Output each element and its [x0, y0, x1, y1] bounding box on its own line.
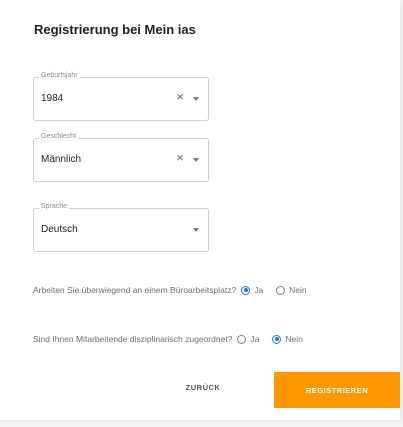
- language-value: Deutsch: [41, 224, 78, 235]
- chevron-down-icon[interactable]: [193, 158, 199, 162]
- clear-icon[interactable]: ×: [176, 90, 184, 104]
- manager-no-label[interactable]: Nein: [285, 334, 302, 344]
- manager-no-radio[interactable]: [272, 334, 282, 344]
- back-button[interactable]: ZURÜCK: [173, 382, 233, 393]
- page-title: Registrierung bei Mein ias: [34, 22, 196, 37]
- birthyear-label: Geburtsjahr: [39, 72, 80, 79]
- office-question: Arbeiten Sie überwiegend an einem Büroar…: [33, 285, 307, 295]
- office-yes-label[interactable]: Ja: [254, 285, 263, 295]
- manager-question-text: Sind Ihnen Mitarbeitende disziplinarisch…: [33, 334, 233, 344]
- office-no-label[interactable]: Nein: [289, 285, 306, 295]
- office-yes-radio[interactable]: [241, 285, 251, 295]
- birthyear-value: 1984: [41, 93, 64, 104]
- language-label: Sprache: [39, 203, 70, 210]
- chevron-down-icon[interactable]: [193, 97, 199, 101]
- manager-yes-label[interactable]: Ja: [250, 334, 259, 344]
- gender-value: Männlich: [41, 154, 82, 165]
- language-select[interactable]: Sprache Deutsch: [33, 203, 209, 252]
- gender-select[interactable]: Geschlecht Männlich ×: [33, 133, 209, 182]
- manager-yes-radio[interactable]: [237, 334, 247, 344]
- registration-card: Registrierung bei Mein ias Geburtsjahr 1…: [0, 0, 400, 420]
- register-button[interactable]: REGISTRIEREN: [274, 372, 400, 408]
- office-no-radio[interactable]: [276, 285, 286, 295]
- chevron-down-icon[interactable]: [193, 228, 199, 232]
- office-question-text: Arbeiten Sie überwiegend an einem Büroar…: [33, 285, 237, 295]
- gender-label: Geschlecht: [39, 133, 79, 140]
- birthyear-select[interactable]: Geburtsjahr 1984 ×: [33, 72, 209, 121]
- clear-icon[interactable]: ×: [176, 151, 184, 165]
- manager-question: Sind Ihnen Mitarbeitende disziplinarisch…: [33, 334, 303, 344]
